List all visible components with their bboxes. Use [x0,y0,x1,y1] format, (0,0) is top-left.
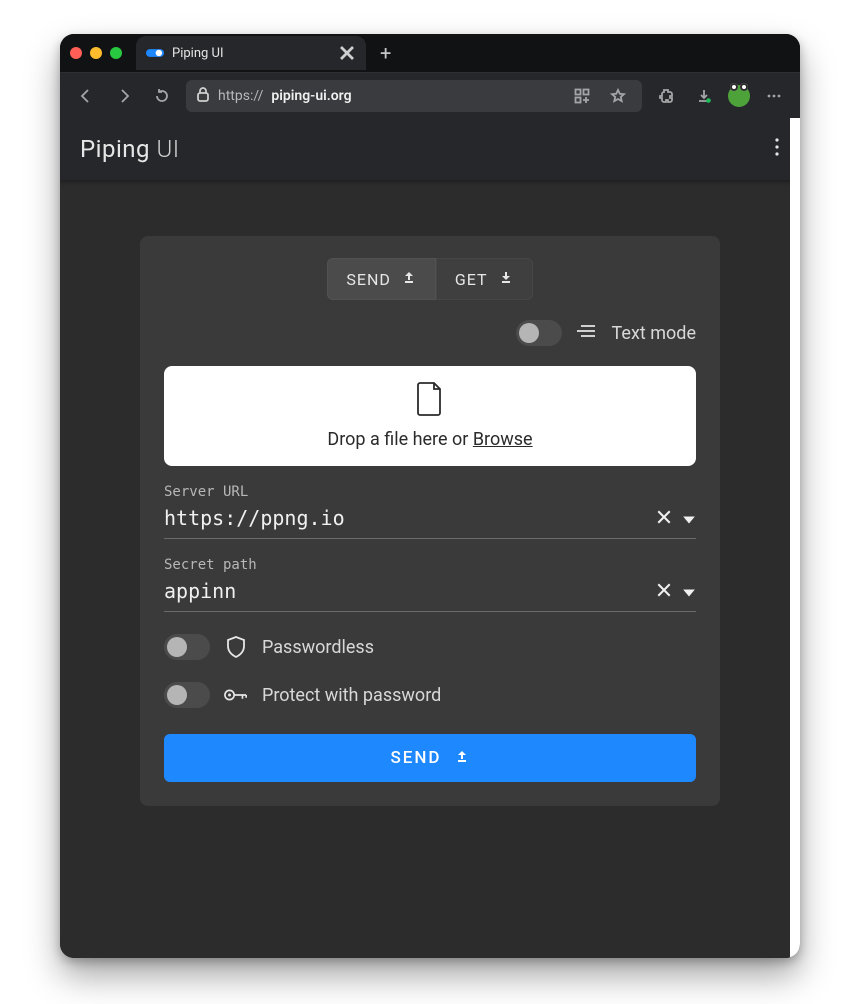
new-tab-button[interactable]: + [374,41,397,65]
file-dropzone[interactable]: Drop a file here or Browse [164,366,696,466]
url-scheme: https:// [218,88,263,104]
server-url-input[interactable]: https://ppng.io [164,500,696,539]
get-tab-button[interactable]: GET [436,258,533,300]
protect-password-option: Protect with password [164,682,696,708]
dropdown-icon[interactable] [682,506,696,530]
protect-password-label: Protect with password [262,685,441,706]
text-mode-toggle[interactable] [516,320,562,346]
mode-segmented-control: SEND GET [164,258,696,300]
browser-window: Piping UI + https:// piping-ui.org [60,34,800,958]
passwordless-label: Passwordless [262,637,374,658]
server-url-label: Server URL [164,484,696,500]
app-title: Piping UI [80,135,180,163]
app-menu-button[interactable] [774,137,780,162]
secret-path-field: Secret path appinn [164,557,696,612]
tab-title: Piping UI [172,46,224,61]
address-bar[interactable]: https:// piping-ui.org [186,80,642,112]
browser-toolbar: https:// piping-ui.org [60,72,800,118]
dropdown-icon[interactable] [682,579,696,603]
browser-tab[interactable]: Piping UI [136,36,366,70]
reload-button[interactable] [148,82,176,110]
tab-favicon-icon [146,47,164,59]
send-tab-button[interactable]: SEND [327,258,436,300]
passwordless-option: Passwordless [164,634,696,660]
close-window-button[interactable] [70,47,82,59]
text-lines-icon [576,322,598,344]
forward-button[interactable] [110,82,138,110]
server-url-field: Server URL https://ppng.io [164,484,696,539]
upload-icon [401,269,417,289]
secret-path-value: appinn [164,579,646,603]
vertical-scrollbar[interactable] [790,118,800,958]
key-icon [224,687,248,703]
clear-icon[interactable] [656,579,672,603]
main-card: SEND GET Text mode [140,236,720,806]
browse-link[interactable]: Browse [473,429,533,450]
protect-password-toggle[interactable] [164,682,210,708]
shield-icon [224,635,248,659]
extensions-icon[interactable] [652,82,680,110]
send-button-label: SEND [390,748,441,768]
url-host: piping-ui.org [271,88,351,104]
passwordless-toggle[interactable] [164,634,210,660]
lock-icon [196,86,210,106]
profile-avatar[interactable] [728,85,750,107]
window-controls [70,47,122,59]
text-mode-label: Text mode [612,323,696,344]
secret-path-input[interactable]: appinn [164,573,696,612]
text-mode-row: Text mode [164,320,696,346]
favorite-icon[interactable] [604,82,632,110]
collections-icon[interactable] [568,82,596,110]
app-area: Piping UI SEND GET [60,118,800,958]
app-title-strong: Piping [80,135,150,163]
more-menu-icon[interactable] [760,82,788,110]
clear-icon[interactable] [656,506,672,530]
titlebar: Piping UI + [60,34,800,72]
dropzone-text-label: Drop a file here or [327,429,472,450]
send-tab-label: SEND [346,270,391,289]
dropzone-text: Drop a file here or Browse [327,429,532,450]
upload-icon [454,748,470,769]
secret-path-label: Secret path [164,557,696,573]
file-icon [417,382,443,421]
get-tab-label: GET [455,270,488,289]
tab-close-icon[interactable] [338,44,356,62]
app-title-thin: UI [156,135,179,163]
downloads-icon[interactable] [690,82,718,110]
app-header: Piping UI [60,118,800,180]
send-button[interactable]: SEND [164,734,696,782]
maximize-window-button[interactable] [110,47,122,59]
minimize-window-button[interactable] [90,47,102,59]
back-button[interactable] [72,82,100,110]
server-url-value: https://ppng.io [164,506,646,530]
download-icon [498,269,514,289]
